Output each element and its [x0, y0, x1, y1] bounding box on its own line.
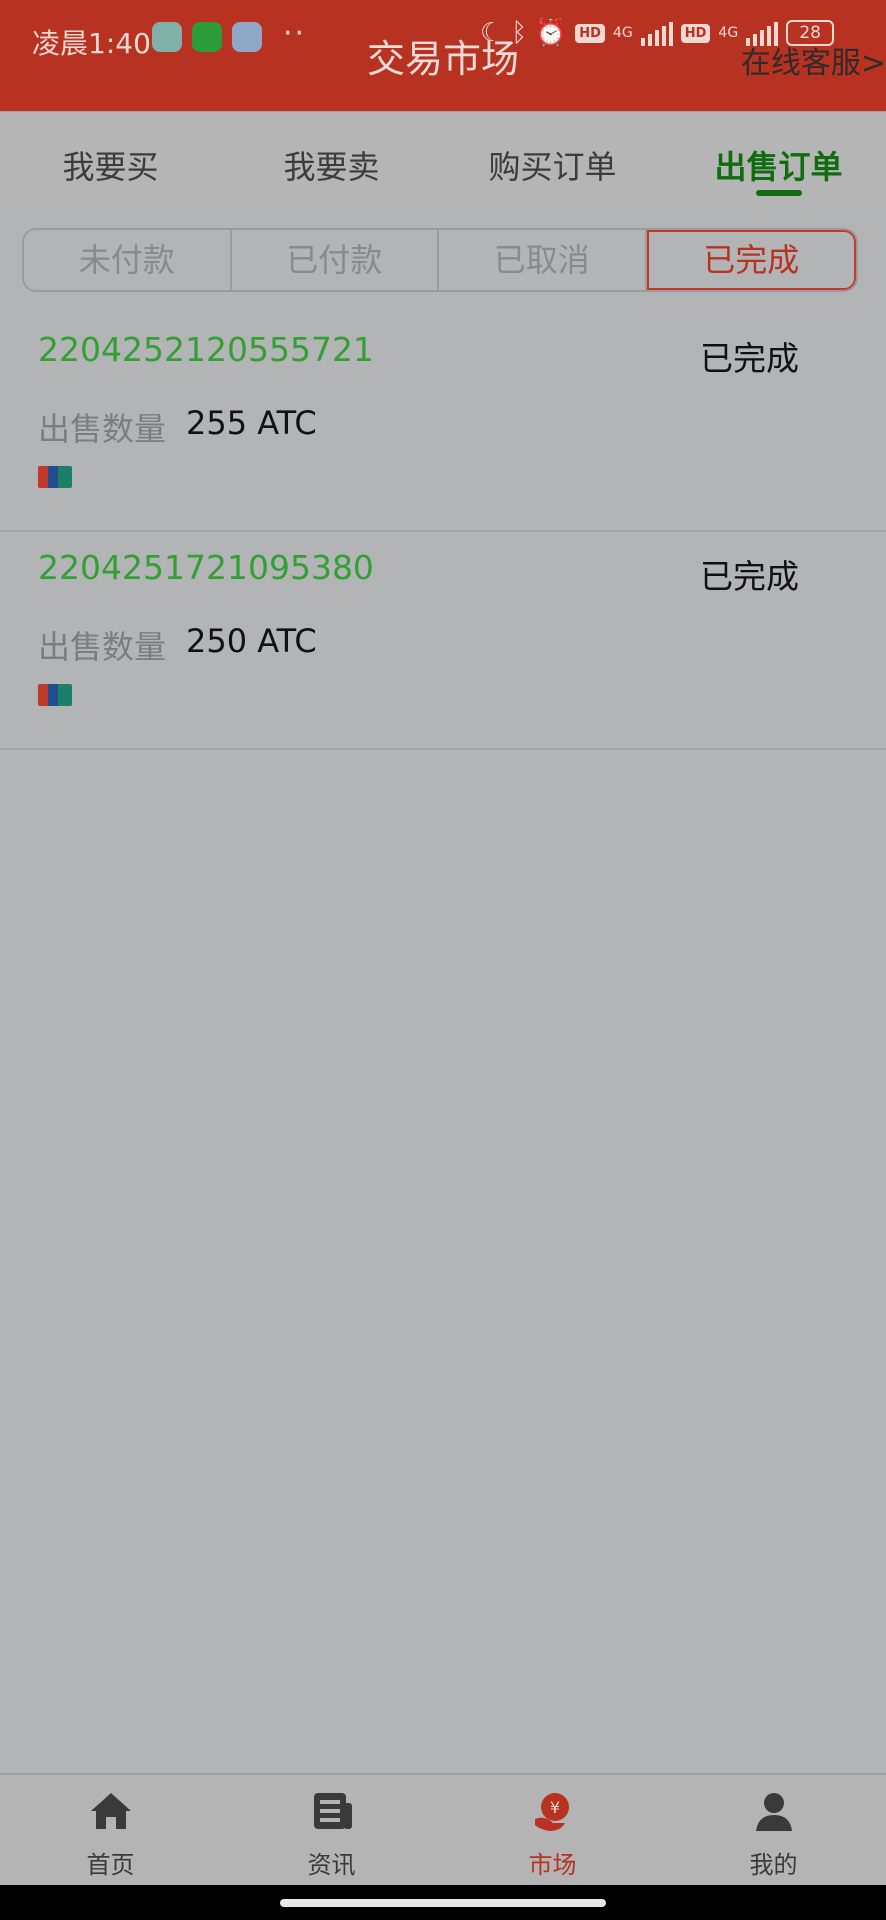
sell-quantity-label: 出售数量 [38, 410, 167, 448]
nav-market[interactable]: ¥ 市场 [442, 1789, 663, 1880]
nav-home[interactable]: 首页 [0, 1789, 221, 1880]
tab-sell[interactable]: 我要卖 [221, 142, 442, 188]
online-service-link[interactable]: 在线客服> [741, 38, 886, 82]
sell-quantity-value: 250 ATC [186, 622, 317, 660]
nav-profile[interactable]: 我的 [663, 1789, 884, 1880]
status-segment-control: 未付款 已付款 已取消 已完成 [22, 228, 858, 292]
market-icon: ¥ [534, 1793, 569, 1831]
tab-sell-orders[interactable]: 出售订单 [668, 142, 886, 188]
nav-news[interactable]: 资讯 [221, 1789, 442, 1880]
hd-badge-1: HD [575, 23, 605, 43]
bottom-nav: 首页 资讯 ¥ 市场 我的 [0, 1773, 886, 1887]
nav-label: 首页 [86, 1851, 135, 1879]
segment-cancelled[interactable]: 已取消 [439, 230, 647, 290]
order-id: 2204252120555721 [38, 330, 374, 369]
svg-text:¥: ¥ [549, 1798, 559, 1817]
nav-label: 我的 [749, 1851, 798, 1879]
nav-label: 资讯 [307, 1851, 356, 1879]
app-header: 凌晨1:40 ·· 交易市场 ☾ ᛒ ⏰ HD 4G HD 4G 28 在线客服… [0, 0, 886, 111]
order-type-tabs: 我要买 我要卖 购买订单 出售订单 [0, 111, 886, 207]
signal-icon-1 [640, 20, 673, 46]
tab-buy[interactable]: 我要买 [0, 142, 221, 188]
order-item[interactable]: 2204252120555721 已完成 出售数量 255 ATC [0, 312, 886, 532]
tab-buy-orders[interactable]: 购买订单 [442, 142, 663, 188]
segment-paid[interactable]: 已付款 [232, 230, 439, 290]
home-icon [90, 1793, 131, 1829]
moon-icon: ☾ [480, 18, 504, 48]
network-label-1: 4G [612, 25, 633, 41]
order-status: 已完成 [700, 557, 799, 596]
order-status: 已完成 [700, 339, 799, 378]
sell-quantity-value: 255 ATC [186, 404, 317, 442]
gesture-handle[interactable] [280, 1899, 606, 1907]
nav-label: 市场 [528, 1851, 577, 1879]
unionpay-icon [38, 684, 72, 706]
segment-completed[interactable]: 已完成 [646, 230, 856, 290]
active-tab-indicator [756, 190, 802, 196]
alarm-icon: ⏰ [534, 18, 568, 48]
segment-unpaid[interactable]: 未付款 [24, 230, 232, 290]
order-id: 2204251721095380 [38, 548, 374, 587]
profile-icon [755, 1793, 792, 1831]
order-item[interactable]: 2204251721095380 已完成 出售数量 250 ATC [0, 530, 886, 750]
hd-badge-2: HD [680, 23, 711, 43]
system-gesture-bar [0, 1885, 886, 1920]
news-icon [313, 1793, 352, 1829]
network-label-2: 4G [718, 25, 739, 41]
bluetooth-icon: ᛒ [511, 18, 527, 48]
sell-quantity-label: 出售数量 [38, 628, 167, 666]
unionpay-icon [38, 466, 72, 488]
